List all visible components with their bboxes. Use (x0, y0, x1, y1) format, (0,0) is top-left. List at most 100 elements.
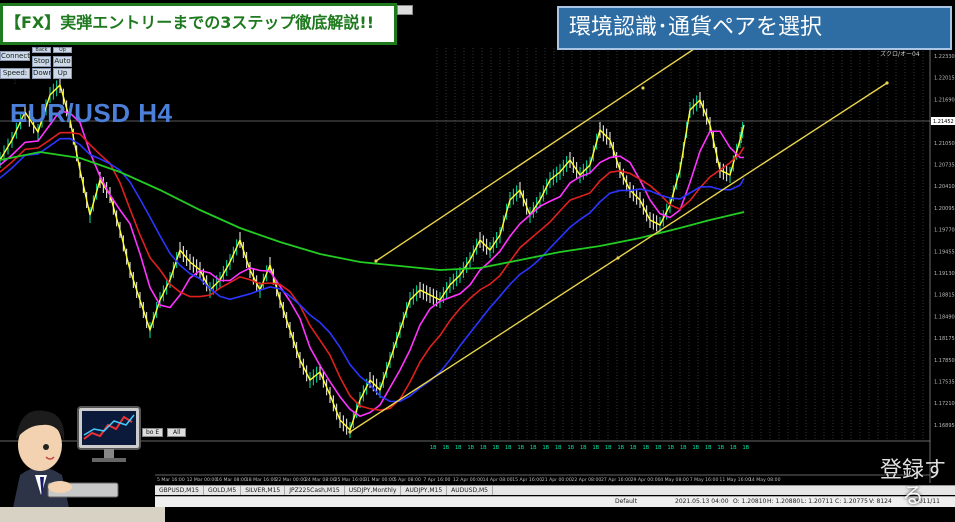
date-tick-label: 31 Mar 00:00 (364, 477, 395, 483)
chart-tab[interactable]: AUDUSD,M5 (447, 486, 493, 495)
price-tick-label: 1.19770 (934, 228, 955, 234)
date-tick-label: 14 Apr 08:00 (483, 477, 513, 483)
signal-marker: 1B (655, 445, 662, 451)
signal-marker: 1B (530, 445, 537, 451)
date-tick-label: 12 Mar 00:00 (187, 477, 218, 483)
signal-marker: 1B (430, 445, 437, 451)
channel-anchor-point (885, 81, 889, 85)
price-tick-label: 1.18490 (934, 314, 955, 320)
signal-marker: 1B (555, 445, 562, 451)
tester-control-panel: Connect Back Up Stop Auto Speed: 1 Down … (0, 47, 74, 86)
signal-marker: 1B (743, 445, 750, 451)
date-tick-label: 22 Apr 08:00 (571, 477, 601, 483)
signal-marker: 1B (505, 445, 512, 451)
price-tick-label: 1.18175 (934, 336, 955, 342)
date-tick-label: 12 Apr 00:00 (453, 477, 483, 483)
signal-marker: 1B (668, 445, 675, 451)
connect-button[interactable]: Connect (0, 51, 30, 61)
price-tick-label: 1.17535 (934, 380, 955, 386)
price-tick-label: 1.21690 (934, 97, 955, 103)
status-profile: Default (615, 498, 637, 505)
auto-button[interactable]: Auto (53, 56, 72, 67)
channel-anchor-point (374, 259, 378, 263)
price-tick-label: 1.19455 (934, 249, 955, 255)
price-tick-label: 1.22330 (934, 54, 955, 60)
signal-marker: 1B (543, 445, 550, 451)
ma-fast-line (0, 83, 745, 432)
status-bar: Default 2021.05.13 04:00 O: 1.20810 H: 1… (155, 496, 955, 507)
chart-corner-text: ズクロ/オー04 (880, 50, 920, 58)
date-tick-label: 16 Mar 08:00 (216, 477, 247, 483)
date-tick-label: 25 Mar 16:00 (335, 477, 366, 483)
signal-marker: 1B (518, 445, 525, 451)
price-tick-label: 1.21050 (934, 141, 955, 147)
up-step-button[interactable]: Up (53, 68, 72, 79)
status-time: 2021.05.13 04:00 (675, 498, 729, 505)
channel-anchor-point (641, 86, 645, 90)
price-tick-label: 1.20410 (934, 184, 955, 190)
all-button[interactable]: All (167, 428, 187, 437)
signal-marker: 1B (468, 445, 475, 451)
chart-tab[interactable]: AUDJPY,M15 (401, 486, 448, 495)
date-tick-label: 7 May 16:00 (690, 477, 719, 483)
price-tick-label: 1.22015 (934, 76, 955, 82)
signal-marker: 1B (493, 445, 500, 451)
date-tick-label: 15 Apr 16:00 (512, 477, 542, 483)
ma-red-line (0, 131, 745, 411)
signal-marker: 1B (680, 445, 687, 451)
presenter-illustration (0, 406, 165, 522)
signal-marker: 1B (618, 445, 625, 451)
signal-marker: 1B (730, 445, 737, 451)
channel-anchor-point (348, 430, 352, 434)
signal-marker: 1B (605, 445, 612, 451)
signal-marker: 1B (480, 445, 487, 451)
signal-marker: 1B (705, 445, 712, 451)
price-tick-label: 1.20095 (934, 206, 955, 212)
date-tick-label: 18 Mar 16:00 (246, 477, 277, 483)
down-button[interactable]: Down (32, 68, 53, 79)
ma-blue-line (0, 137, 745, 403)
toolbar-dropdown[interactable] (397, 5, 413, 15)
date-tick-label: 22 Mar 00:00 (275, 477, 306, 483)
signal-marker: 1B (568, 445, 575, 451)
status-high: H: 1.20880 (767, 498, 801, 505)
signal-marker: 1B (593, 445, 600, 451)
symbol-timeframe-label: EUR/USD H4 (10, 98, 173, 128)
signal-marker: 1B (580, 445, 587, 451)
speed-button[interactable]: Speed: 1 (0, 68, 30, 86)
date-tick-label: 27 Apr 16:00 (601, 477, 631, 483)
register-overlay[interactable]: 登録する (878, 458, 948, 518)
price-tick-label: 1.16895 (934, 423, 955, 429)
step-title-banner: 環境認識･通貨ペアを選択 (557, 6, 952, 50)
price-tick-label: 1.18815 (934, 293, 955, 299)
chart-tab[interactable]: SILVER,M15 (241, 486, 286, 495)
price-tick-label: 1.20735 (934, 163, 955, 169)
date-tick-label: 5 Apr 08:00 (394, 477, 421, 483)
status-close: C: 1.20775 (835, 498, 868, 505)
date-tick-label: 4 May 08:00 (660, 477, 689, 483)
signal-marker: 1B (630, 445, 637, 451)
chart-tab[interactable]: USDJPY,Monthly (345, 486, 402, 495)
ma-green-line (0, 151, 745, 271)
up-button[interactable]: Up (53, 47, 72, 53)
date-tick-label: 7 Apr 16:00 (423, 477, 450, 483)
status-low: L: 1.20711 (801, 498, 834, 505)
stop-button[interactable]: Stop (32, 56, 51, 67)
chart-tabs-bar: GBPUSD,M15 GOLD,M5 SILVER,M15 JPZ225Cash,M1… (155, 485, 955, 495)
status-open: O: 1.20810 (733, 498, 767, 505)
back-button[interactable]: Back (32, 47, 51, 53)
date-tick-label: 21 Apr 00:00 (542, 477, 572, 483)
video-title-banner: 【FX】実弾エントリーまでの3ステップ徹底解説!! (0, 3, 397, 45)
channel-anchor-point (616, 256, 620, 260)
chart-tab[interactable]: JPZ225Cash,M15 (285, 486, 345, 495)
price-tick-label: 1.17210 (934, 401, 955, 407)
signal-marker: 1B (443, 445, 450, 451)
channel-upper-line (375, 44, 701, 262)
signal-marker: 1B (693, 445, 700, 451)
date-tick-label: 14 May 08:00 (749, 477, 781, 483)
chart-tab[interactable]: GOLD,M5 (204, 486, 242, 495)
signal-marker: 1B (643, 445, 650, 451)
signal-marker: 1B (455, 445, 462, 451)
date-tick-label: 11 May 16:00 (719, 477, 751, 483)
signal-marker: 1B (718, 445, 725, 451)
